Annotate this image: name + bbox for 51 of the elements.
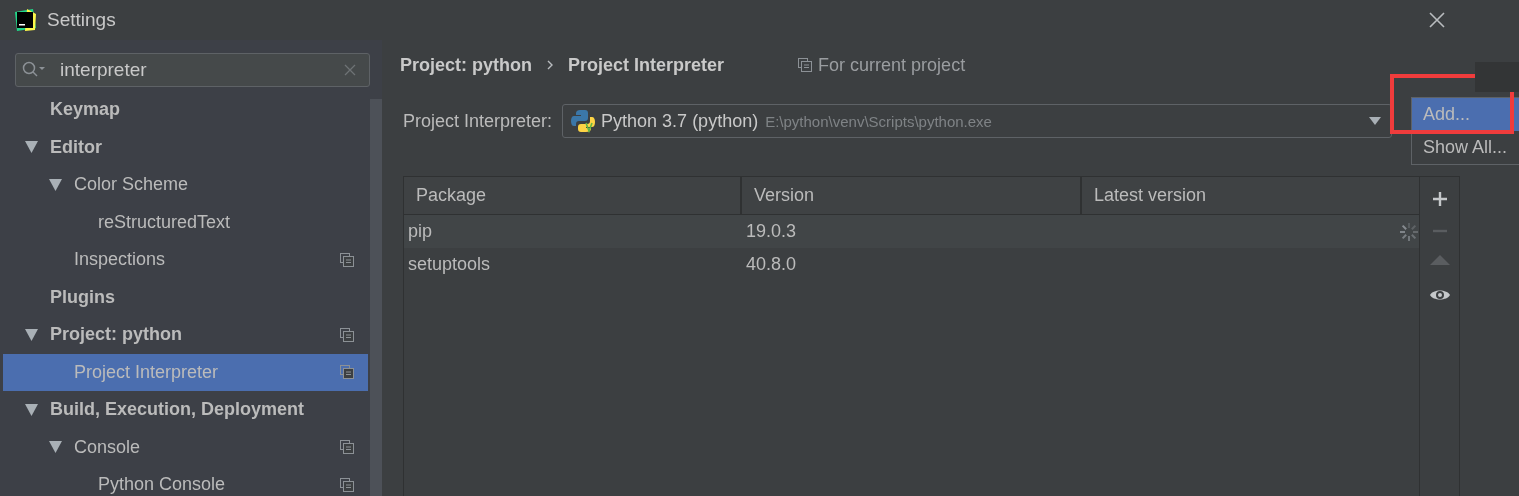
- breadcrumb-item: Project Interpreter: [568, 54, 725, 76]
- table-cell-text: setuptools: [407, 254, 492, 275]
- tree-item[interactable]: Color Scheme: [3, 166, 368, 204]
- expand-arrow-icon[interactable]: [49, 178, 62, 191]
- tree-item-label: reStructuredText: [98, 211, 232, 233]
- column-header[interactable]: Latest version: [1082, 177, 1419, 214]
- tree-item[interactable]: Inspections: [3, 241, 368, 279]
- copy-icon: [798, 58, 813, 72]
- table-cell-text: 19.0.3: [745, 221, 798, 242]
- close-icon[interactable]: [1429, 12, 1445, 28]
- tree-item-label: Python Console: [98, 474, 227, 496]
- window-title: Settings: [47, 9, 116, 31]
- python-logo-icon: [571, 109, 598, 133]
- tree-item[interactable]: reStructuredText: [3, 203, 368, 241]
- tree-item[interactable]: Console: [3, 428, 368, 466]
- dropdown-arrow-icon: [1369, 117, 1382, 125]
- scope-note: For current project: [818, 54, 966, 76]
- tree-item-label: Color Scheme: [74, 174, 190, 196]
- tree-item[interactable]: Editor: [3, 128, 368, 166]
- tree-item[interactable]: Keymap: [3, 91, 368, 129]
- tree-item[interactable]: Build, Execution, Deployment: [3, 391, 368, 429]
- expand-arrow-icon[interactable]: [25, 403, 38, 416]
- tree-item-label: Project Interpreter: [74, 361, 220, 383]
- tree-item[interactable]: Project: python: [3, 316, 368, 354]
- interpreter-path: E:\python\venv\Scripts\python.exe: [765, 112, 992, 130]
- tree-item-label: Keymap: [50, 99, 122, 121]
- field-label: Project Interpreter:: [403, 110, 553, 132]
- search-field[interactable]: interpreter: [15, 53, 370, 87]
- table-row[interactable]: pip 19.0.3: [404, 215, 1419, 248]
- breadcrumb-item: Project: python: [400, 54, 532, 76]
- expand-arrow-icon[interactable]: [25, 141, 38, 154]
- app-logo-icon: [13, 8, 37, 32]
- table-cell-text: 40.8.0: [745, 254, 798, 275]
- expand-arrow-icon[interactable]: [25, 328, 38, 341]
- interpreter-name: Python 3.7 (python): [601, 110, 759, 132]
- tree-item-label: Build, Execution, Deployment: [50, 399, 306, 421]
- expand-arrow-icon[interactable]: [49, 441, 62, 454]
- tree-item[interactable]: Python Console: [3, 466, 368, 496]
- tree-item-label: Inspections: [74, 249, 167, 271]
- interpreter-dropdown[interactable]: Python 3.7 (python) E:\python\venv\Scripts\python.exe: [562, 104, 1393, 138]
- table-row[interactable]: setuptools 40.8.0: [404, 248, 1419, 281]
- menu-item[interactable]: Show All...: [1412, 131, 1519, 164]
- tree-item-label: Console: [74, 436, 142, 458]
- search-icon: [22, 61, 46, 79]
- table-cell-text: pip: [407, 221, 434, 242]
- tree-item-label: Editor: [50, 136, 103, 158]
- tree-item-label: Project: python: [50, 324, 183, 346]
- chevron-icon: [546, 59, 554, 71]
- add-icon[interactable]: [1431, 191, 1448, 207]
- tree-item-label: Plugins: [50, 286, 116, 308]
- tree-item[interactable]: Plugins: [3, 278, 368, 316]
